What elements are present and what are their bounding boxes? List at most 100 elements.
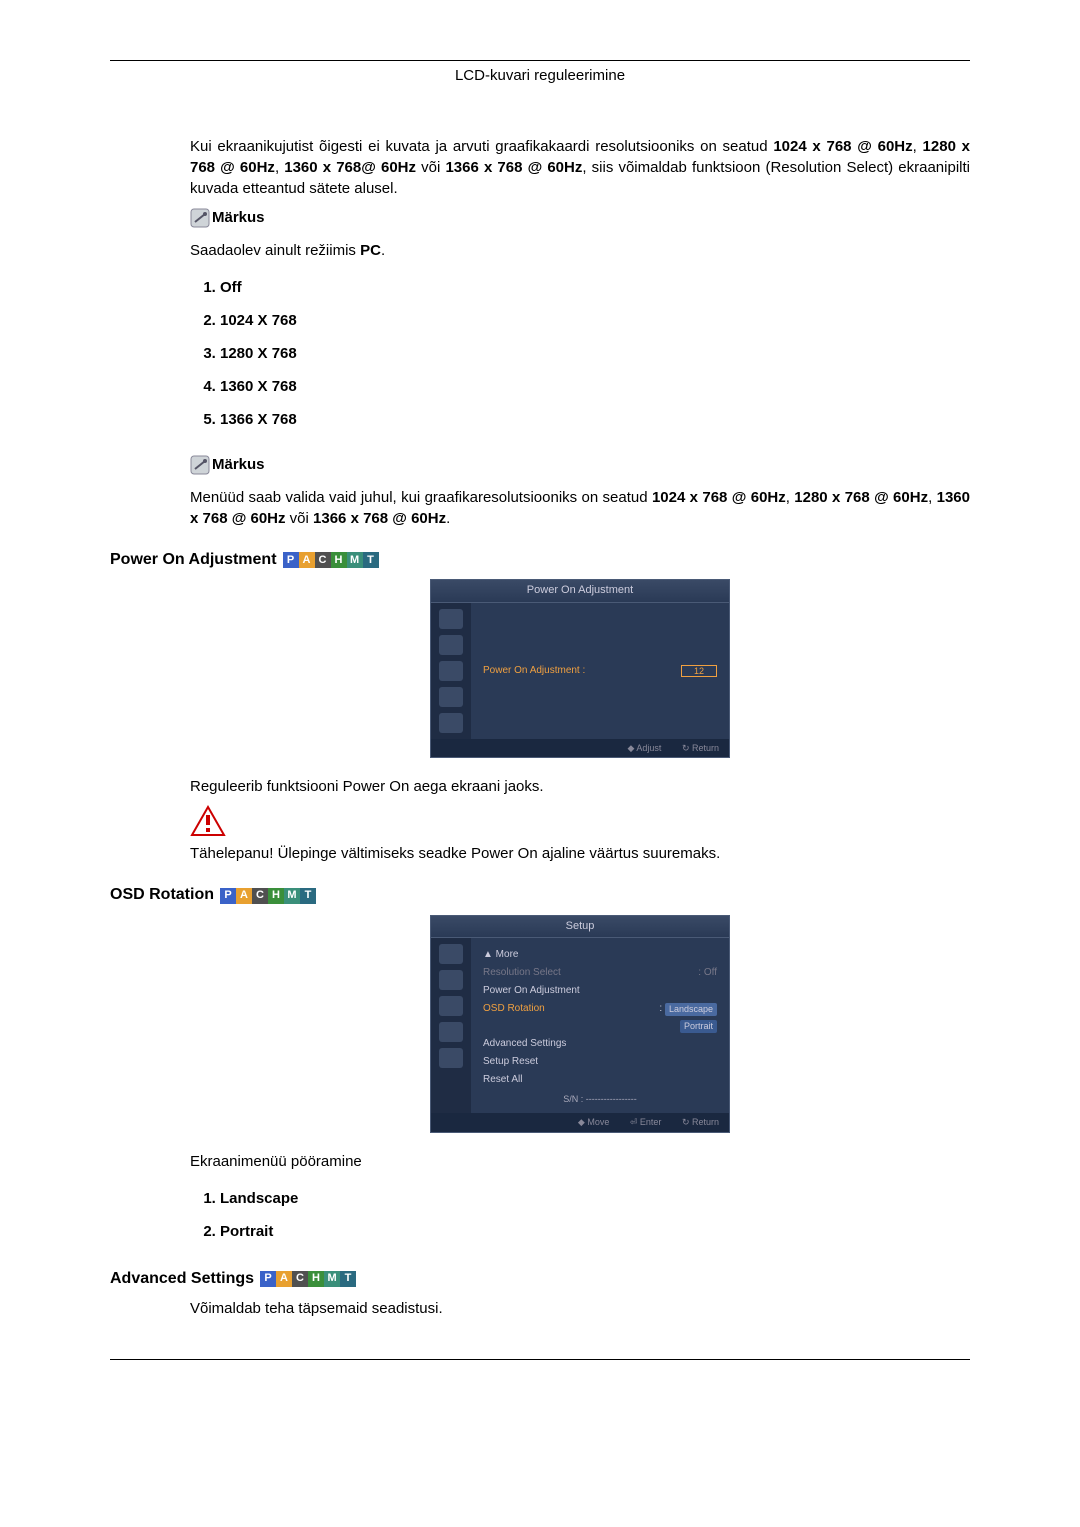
warning-icon [190,805,226,837]
osd2-foot-return: ↻ Return [682,1117,719,1127]
chip-a: A [276,1271,292,1287]
osd2-item-resetall[interactable]: Reset All [483,1071,717,1089]
osd1-sidebar [431,603,471,739]
section-title-advanced: Advanced Settings P A C H M T [110,1268,970,1290]
sec3-title: Advanced Settings [110,1268,254,1290]
rotation-opt-landscape: Landscape [220,1182,970,1215]
sec1-desc: Reguleerib funktsiooni Power On aega ekr… [190,776,970,797]
osd2-osdrot-val1[interactable]: Landscape [665,1003,717,1016]
osd1-body: Power On Adjustment : 12 [431,603,729,739]
osd-nav-icon[interactable] [439,609,463,629]
chip-m: M [347,552,363,568]
chip-p: P [283,552,299,568]
osd1-label: Power On Adjustment : [483,664,681,678]
chip-c: C [252,888,268,904]
note1-text: Saadaolev ainult režiimis PC. [190,240,970,261]
note2-dot: . [446,510,450,527]
chip-c: C [315,552,331,568]
note-row-2: Märkus [190,454,970,475]
note-label-1: Märkus [212,209,265,226]
osd2-res-val: : Off [698,966,717,980]
sec2-title: OSD Rotation [110,884,214,906]
note-label-2: Märkus [212,456,265,473]
rotation-opt-portrait: Portrait [220,1215,970,1248]
rotation-option-list: Landscape Portrait [220,1182,970,1248]
note2-a: Menüüd saab valida vaid juhul, kui graaf… [190,489,652,506]
chip-c: C [292,1271,308,1287]
note-icon [190,208,210,228]
sec3-desc: Võimaldab teha täpsemaid seadistusi. [190,1298,970,1319]
intro-or: või [416,159,445,176]
chip-h: H [308,1271,324,1287]
chip-m: M [324,1271,340,1287]
osd2-more[interactable]: ▲ More [483,946,717,964]
chip-p: P [220,888,236,904]
osd-setup: Setup ▲ More Resolution Select : Off Pow… [430,915,730,1133]
chip-t: T [363,552,379,568]
osd2-main: ▲ More Resolution Select : Off Power On … [471,938,729,1113]
osd-nav-icon[interactable] [439,944,463,964]
osd-nav-icon[interactable] [439,996,463,1016]
note2-r2: 1280 x 768 @ 60Hz [794,489,928,506]
intro-res3: 1360 x 768@ 60Hz [284,159,416,176]
option-off: Off [220,271,970,304]
note1-bold: PC [360,242,381,259]
intro-res1: 1024 x 768 @ 60Hz [773,138,912,155]
osd-nav-icon[interactable] [439,687,463,707]
osd1-foot-return: ↻ Return [682,743,719,753]
osd2-osdrot-label: OSD Rotation [483,1002,659,1016]
page-footer-line [110,1359,970,1360]
osd1-title: Power On Adjustment [431,580,729,602]
chip-a: A [236,888,252,904]
osd2-foot-enter: ⏎ Enter [630,1117,662,1127]
note2-sep2: , [928,489,937,506]
note-row-1: Märkus [190,207,970,228]
sec2-desc: Ekraanimenüü pööramine [190,1151,970,1172]
note2-paragraph: Menüüd saab valida vaid juhul, kui graaf… [190,487,970,529]
note1-a: Saadaolev ainult režiimis [190,242,360,259]
osd-nav-icon[interactable] [439,635,463,655]
osd2-sidebar [431,938,471,1113]
chip-h: H [331,552,347,568]
note-icon [190,455,210,475]
intro-text-a: Kui ekraanikujutist õigesti ei kuvata ja… [190,138,773,155]
osd1-row: Power On Adjustment : 12 [483,662,717,680]
osd2-item-poweron[interactable]: Power On Adjustment [483,982,717,1000]
note2-r4: 1366 x 768 @ 60Hz [313,510,446,527]
option-1024: 1024 X 768 [220,304,970,337]
osd2-footer: ◆ Move ⏎ Enter ↻ Return [431,1113,729,1132]
osd-nav-icon[interactable] [439,1022,463,1042]
intro-res4: 1366 x 768 @ 60Hz [445,159,582,176]
page: LCD-kuvari reguleerimine Kui ekraanikuju… [0,0,1080,1420]
osd2-item-setupreset[interactable]: Setup Reset [483,1053,717,1071]
chip-m: M [284,888,300,904]
note2-r1: 1024 x 768 @ 60Hz [652,489,786,506]
mode-chips: P A C H M T [260,1271,356,1287]
osd2-osdrot-val2-row: Portrait [483,1018,717,1035]
osd-nav-icon[interactable] [439,661,463,681]
osd2-item-advanced[interactable]: Advanced Settings [483,1035,717,1053]
option-1360: 1360 X 768 [220,370,970,403]
osd-nav-icon[interactable] [439,1048,463,1068]
osd2-item-res[interactable]: Resolution Select : Off [483,964,717,982]
osd-nav-icon[interactable] [439,713,463,733]
osd2-sn: S/N : ----------------- [483,1093,717,1106]
mode-chips: P A C H M T [220,888,316,904]
option-1366: 1366 X 768 [220,403,970,436]
osd2-item-osdrot[interactable]: OSD Rotation : Landscape [483,1000,717,1018]
chip-p: P [260,1271,276,1287]
osd1-foot-adjust: ◆ Adjust [627,743,661,753]
sec1-warn: Tähelepanu! Ülepinge vältimiseks seadke … [190,843,970,864]
osd2-osdrot-val2[interactable]: Portrait [680,1020,717,1033]
osd-nav-icon[interactable] [439,970,463,990]
resolution-option-list: Off 1024 X 768 1280 X 768 1360 X 768 136… [220,271,970,436]
intro-sep1: , [913,138,923,155]
chip-h: H [268,888,284,904]
osd-power-on: Power On Adjustment Power On Adjustment … [430,579,730,758]
sec1-title: Power On Adjustment [110,549,277,571]
osd1-value-box[interactable]: 12 [681,665,717,677]
osd1-footer: ◆ Adjust ↻ Return [431,739,729,758]
intro-sep2: , [275,159,284,176]
option-1280: 1280 X 768 [220,337,970,370]
content-body: Kui ekraanikujutist õigesti ei kuvata ja… [110,136,970,1319]
